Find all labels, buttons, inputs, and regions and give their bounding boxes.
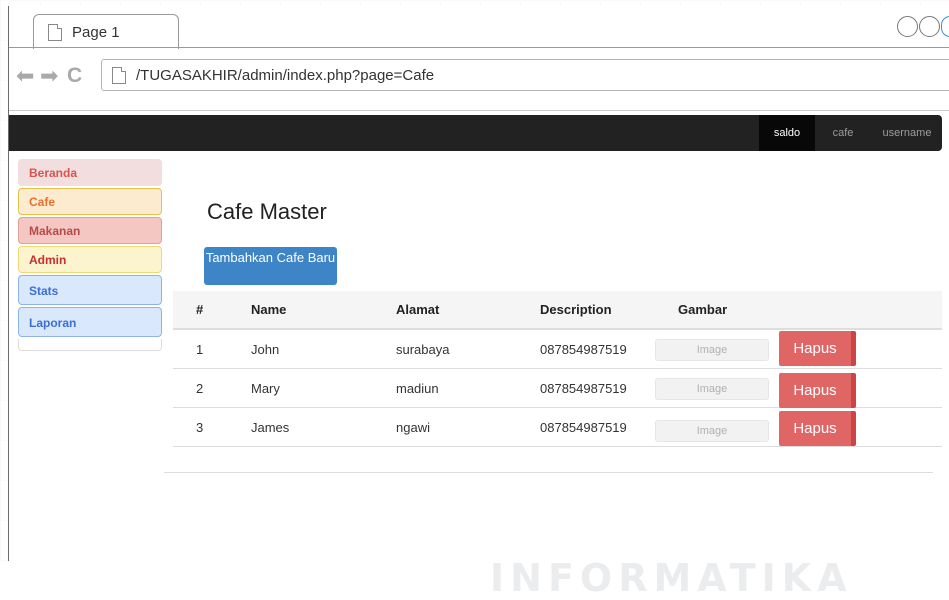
- table-row: 3 James ngawi 087854987519 Image Hapus: [173, 408, 942, 447]
- address-bar[interactable]: /TUGASAKHIR/admin/index.php?page=Cafe: [101, 59, 949, 91]
- top-navbar: saldo cafe username: [9, 115, 942, 151]
- header-number: #: [196, 302, 204, 317]
- sidebar-item-admin[interactable]: Admin: [18, 246, 162, 273]
- arrow-right-icon[interactable]: ➡: [40, 65, 58, 87]
- arrow-left-icon[interactable]: ⬅: [16, 65, 34, 87]
- page-icon: [48, 23, 62, 41]
- window-controls: [896, 16, 949, 37]
- table-bottom-divider: [164, 472, 933, 473]
- minimize-icon[interactable]: [897, 16, 918, 37]
- cafe-table: # Name Alamat Description Gambar 1 John …: [173, 291, 942, 447]
- cell-alamat: madiun: [396, 381, 439, 396]
- page-icon: [112, 66, 126, 84]
- cell-number: 3: [196, 420, 204, 435]
- image-placeholder: Image: [655, 339, 769, 361]
- cell-number: 1: [196, 342, 204, 357]
- navigation-bar: ⬅ ➡ C /TUGASAKHIR/admin/index.php?page=C…: [9, 56, 949, 100]
- cell-number: 2: [196, 381, 204, 396]
- browser-tab[interactable]: Page 1: [33, 14, 179, 49]
- cell-description: 087854987519: [540, 342, 627, 357]
- cell-name: Mary: [251, 381, 280, 396]
- cell-name: James: [251, 420, 290, 435]
- sidebar-item-cafe[interactable]: Cafe: [18, 188, 162, 215]
- image-placeholder: Image: [655, 420, 769, 442]
- cell-description: 087854987519: [540, 381, 627, 396]
- cell-alamat: ngawi: [396, 420, 430, 435]
- header-name: Name: [251, 302, 287, 317]
- table-row: 2 Mary madiun 087854987519 Image Hapus: [173, 369, 942, 408]
- reload-icon[interactable]: C: [67, 65, 82, 87]
- page-title: Cafe Master: [207, 199, 327, 224]
- sidebar-item-beranda[interactable]: Beranda: [18, 159, 162, 186]
- cell-name: John: [251, 342, 280, 357]
- close-icon[interactable]: [941, 16, 949, 37]
- table-header: # Name Alamat Description Gambar: [173, 291, 942, 330]
- delete-button[interactable]: Hapus: [779, 331, 856, 366]
- header-alamat: Alamat: [396, 302, 440, 317]
- sidebar-item-makanan[interactable]: Makanan: [18, 217, 162, 244]
- header-gambar: Gambar: [678, 302, 728, 317]
- nav-username[interactable]: username: [875, 115, 939, 151]
- maximize-icon[interactable]: [919, 16, 940, 37]
- url-text: /TUGASAKHIR/admin/index.php?page=Cafe: [136, 66, 435, 84]
- cell-alamat: surabaya: [396, 342, 450, 357]
- image-placeholder: Image: [655, 378, 769, 400]
- sidebar-item-laporan[interactable]: Laporan: [18, 307, 162, 337]
- tab-bar: Page 1: [9, 6, 949, 49]
- tab-divider: [9, 47, 949, 48]
- browser-window: Page 1 ⬅ ➡ C /TUGASAKHIR/admin/index.php…: [8, 6, 949, 561]
- nav-cafe[interactable]: cafe: [825, 115, 861, 151]
- sidebar: Beranda Cafe Makanan Admin Stats Laporan: [18, 159, 163, 351]
- sidebar-item-stats[interactable]: Stats: [18, 275, 162, 305]
- delete-button[interactable]: Hapus: [779, 411, 856, 446]
- add-cafe-button[interactable]: Tambahkan Cafe Baru: [204, 247, 337, 285]
- tab-title: Page 1: [72, 23, 120, 41]
- delete-button[interactable]: Hapus: [779, 373, 856, 408]
- table-row: 1 John surabaya 087854987519 Image Hapus: [173, 330, 942, 369]
- nav-divider: [9, 110, 949, 111]
- sidebar-bottom: [18, 339, 162, 351]
- header-description: Description: [540, 302, 612, 317]
- cell-description: 087854987519: [540, 420, 627, 435]
- nav-saldo[interactable]: saldo: [759, 115, 815, 151]
